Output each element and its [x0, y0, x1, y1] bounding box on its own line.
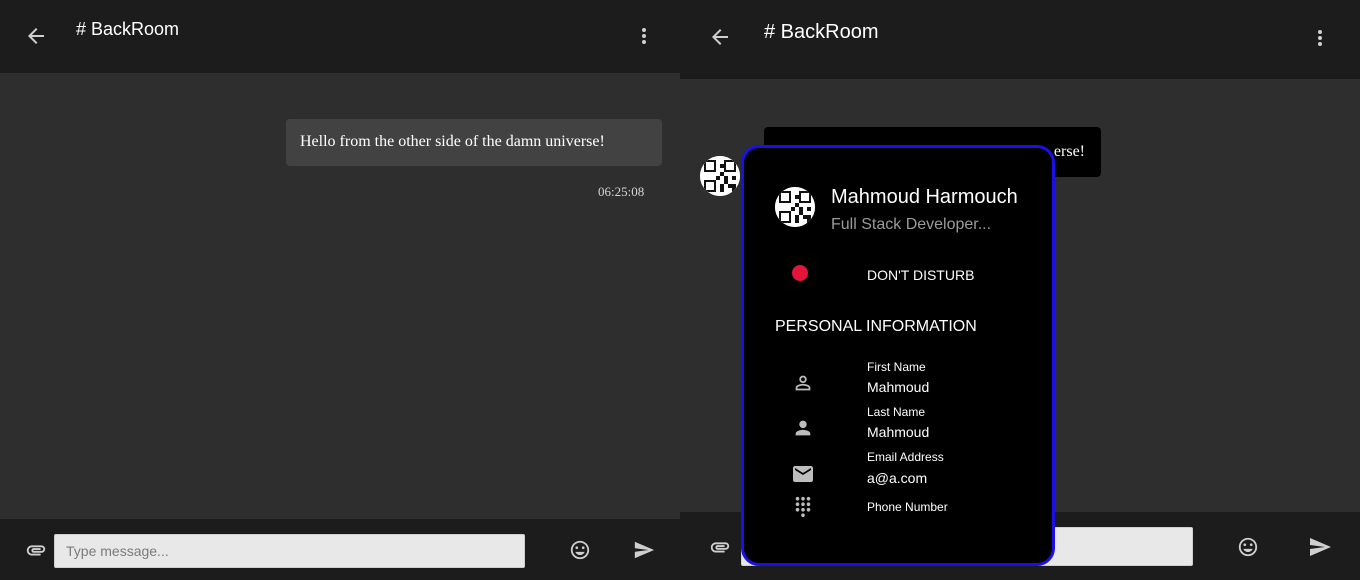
person-outline-icon	[795, 375, 811, 391]
person-icon	[795, 420, 811, 436]
back-button[interactable]	[21, 21, 51, 51]
attach-button[interactable]	[23, 537, 49, 563]
arrow-left-icon	[28, 28, 44, 44]
info-row-phone	[791, 495, 815, 519]
message-bubble: Hello from the other side of the damn un…	[286, 119, 662, 166]
profile-name: Mahmoud Harmouch	[831, 186, 1018, 208]
chat-header: # BackRoom	[0, 0, 680, 73]
field-label: Last Name	[867, 405, 926, 419]
sender-avatar[interactable]	[700, 156, 740, 196]
arrow-left-icon	[712, 29, 728, 45]
chat-input-bar	[0, 519, 680, 580]
profile-avatar	[775, 187, 815, 227]
status-indicator	[792, 265, 808, 281]
emoji-button[interactable]	[567, 537, 593, 563]
more-vert-icon	[1318, 30, 1322, 46]
send-button[interactable]	[631, 537, 657, 563]
more-options-button[interactable]	[632, 21, 656, 51]
send-button[interactable]	[1307, 534, 1333, 560]
paperclip-icon	[26, 545, 46, 556]
profile-card: Mahmoud Harmouch Full Stack Developer...…	[741, 145, 1055, 566]
emoji-button[interactable]	[1235, 534, 1261, 560]
send-icon	[634, 541, 655, 559]
room-title: # BackRoom	[76, 19, 180, 39]
paperclip-icon	[710, 542, 730, 553]
chat-pane-left: # BackRoom Hello from the other side of …	[0, 0, 680, 580]
emoji-icon	[570, 540, 590, 560]
field-label: Email Address	[867, 450, 944, 464]
back-button[interactable]	[705, 22, 735, 52]
message-timestamp: 06:25:08	[598, 184, 645, 199]
chat-header: # BackRoom	[680, 0, 1360, 79]
message-input[interactable]	[54, 534, 525, 568]
room-title: # BackRoom	[764, 21, 879, 43]
attach-button[interactable]	[707, 534, 733, 560]
info-row-first-name	[791, 371, 815, 395]
more-options-button[interactable]	[1308, 23, 1332, 53]
mail-icon	[793, 466, 813, 482]
emoji-icon	[1238, 537, 1258, 557]
send-icon	[1310, 538, 1331, 556]
status-label: DON'T DISTURB	[867, 267, 975, 283]
field-value: Mahmoud	[867, 424, 930, 440]
section-title: PERSONAL INFORMATION	[775, 318, 977, 335]
field-label: Phone Number	[867, 500, 948, 514]
field-label: First Name	[867, 360, 926, 374]
qr-avatar-image	[700, 156, 740, 196]
field-value: Mahmoud	[867, 379, 930, 395]
info-row-email	[791, 462, 815, 486]
profile-bio: Full Stack Developer...	[831, 216, 992, 233]
qr-avatar-image	[775, 187, 815, 227]
info-row-last-name	[791, 416, 815, 440]
dialpad-icon	[795, 496, 811, 518]
field-value: a@a.com	[867, 470, 928, 486]
more-vert-icon	[642, 28, 646, 44]
